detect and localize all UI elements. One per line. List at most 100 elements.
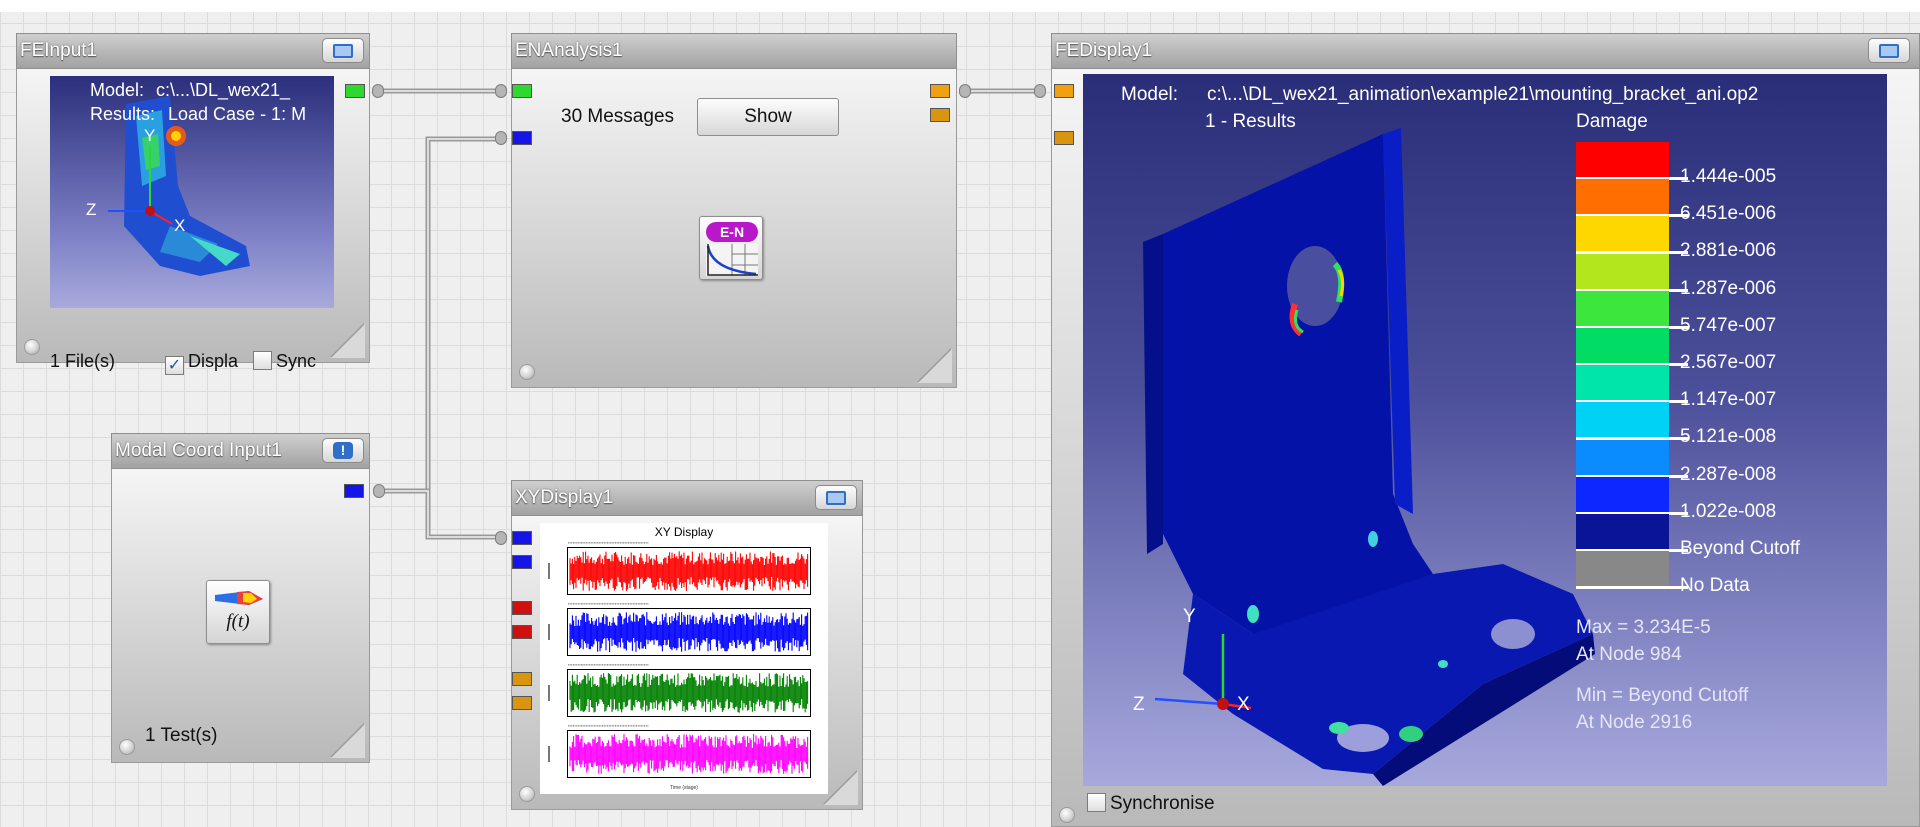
xy-subplot [567,608,811,656]
status-led [519,786,535,802]
legend-divider [1576,586,1688,589]
node-title-text: ENAnalysis1 [515,40,623,61]
resize-grip[interactable] [918,349,952,383]
legend-label: Beyond Cutoff [1680,538,1801,559]
synchronise-checkbox-box[interactable] [1087,793,1106,812]
fe-input-output-port[interactable] [345,84,365,98]
min-node: At Node 2916 [1576,712,1693,733]
legend-swatch [1576,402,1669,438]
xy-input-port[interactable] [512,696,532,710]
xy-subplot [567,730,811,778]
node-title[interactable]: XYDisplay1 [511,480,863,516]
legend-swatch [1576,551,1669,587]
node-title-text: FEDisplay1 [1055,40,1153,61]
resize-grip[interactable] [824,771,858,805]
xy-trace [569,673,809,713]
en-input-port-fe[interactable] [512,84,532,98]
port-knob[interactable] [495,531,507,545]
xy-trace-line [569,612,809,652]
axis-x-label: X [1237,694,1250,715]
xy-input-port[interactable] [512,531,532,545]
resize-grip[interactable] [331,324,365,358]
show-messages-button[interactable]: Show [697,98,839,136]
sync-checkbox-label: Sync [276,351,317,371]
legend-swatch [1576,328,1669,364]
files-count-label: 1 File(s) [50,351,116,371]
port-knob[interactable] [495,84,507,98]
xy-input-port[interactable] [512,601,532,615]
model-path: c:\...\DL_wex21_animation\example21\moun… [1207,84,1759,105]
xy-trace-line [569,673,809,713]
legend-label: 1.022e-008 [1680,501,1777,522]
legend-swatch [1576,291,1669,327]
fe-preview[interactable]: Model: c:\...\DL_wex21_ Results: Load Ca… [50,76,334,308]
xy-input-port[interactable] [512,555,532,569]
status-led [519,364,535,380]
xy-y-axis-label [548,624,554,640]
legend-label: 1.147e-007 [1680,389,1777,410]
legend-swatch [1576,365,1669,401]
display-window-button[interactable] [1868,38,1910,63]
xy-trace-line [569,734,809,774]
display-window-button[interactable] [322,38,364,63]
synchronise-checkbox[interactable]: Synchronise [1087,793,1215,815]
results-label: 1 - Results [1205,111,1296,132]
node-title[interactable]: FEInput1 [16,33,370,69]
en-output-port-2[interactable] [930,108,950,122]
max-node: At Node 984 [1576,644,1682,665]
signal-bar-icon [215,591,263,605]
sn-curve-icon [706,244,758,276]
en-analysis-node[interactable]: ENAnalysis1 [511,33,957,388]
resize-grip[interactable] [331,724,365,758]
axis-z-label: Z [1133,694,1145,715]
legend-swatch [1576,477,1669,513]
node-title[interactable]: ENAnalysis1 [511,33,957,69]
info-button[interactable]: ! [322,438,364,463]
xy-trace-line [569,551,809,591]
preview-results-label: Results: [90,104,156,124]
preview-model-label: Model: [90,80,145,100]
legend-swatch [1576,514,1669,550]
port-knob[interactable] [1034,84,1046,98]
modal-output-port[interactable] [344,484,364,498]
display-checkbox-box[interactable]: ✓ [165,356,184,375]
status-led [1059,807,1075,823]
model-label: Model: [1121,84,1179,105]
legend-swatch [1576,440,1669,476]
port-knob[interactable] [373,484,385,498]
preview-axis-z: Z [86,200,97,219]
en-output-port-damage[interactable] [930,84,950,98]
display-window-button[interactable] [815,485,857,510]
port-knob[interactable] [372,84,384,98]
en-analysis-icon[interactable]: E-N [699,216,763,280]
port-knob[interactable] [959,84,971,98]
xy-trace [569,551,809,591]
xy-y-axis-label [548,563,554,579]
window-icon [333,43,353,58]
xy-input-port[interactable] [512,625,532,639]
fe-3d-viewport[interactable]: Model: c:\...\DL_wex21_animation\example… [1083,74,1887,786]
display-checkbox[interactable]: ✓ Displa [165,351,253,375]
en-input-port-load[interactable] [512,131,532,145]
legend-label: 1.444e-005 [1680,166,1777,187]
node-title[interactable]: FEDisplay1 [1051,33,1920,69]
sync-checkbox-box[interactable] [253,351,272,370]
xy-input-port[interactable] [512,672,532,686]
port-knob[interactable] [495,131,507,145]
preview-results-value: Load Case - 1: M [168,104,307,124]
xy-trace [569,612,809,652]
status-led [24,339,40,355]
legend-swatch [1576,142,1669,178]
fe-input-node[interactable]: FEInput1 Model: c:\...\DL_wex21_ Results… [16,33,370,375]
window-icon [1879,43,1899,58]
xy-plot-panel[interactable]: XY Display ▪▪▪▪▪▪▪▪▪▪▪▪▪▪▪▪▪▪▪▪▪▪▪▪▪▪▪▪▪… [540,523,828,794]
legend-title: Damage [1576,111,1648,132]
fe-display-input-port[interactable] [1054,84,1074,98]
messages-count: 30 Messages [561,106,675,127]
time-signal-icon[interactable]: f(t) [206,580,270,644]
xy-caption: ▪▪▪▪▪▪▪▪▪▪▪▪▪▪▪▪▪▪▪▪▪▪▪▪▪▪▪▪▪▪▪▪▪▪▪▪▪▪▪▪… [568,662,649,667]
fe-display-input-port-2[interactable] [1054,131,1074,145]
status-led [119,739,135,755]
max-value: Max = 3.234E-5 [1576,617,1711,638]
legend-swatch [1576,216,1669,252]
